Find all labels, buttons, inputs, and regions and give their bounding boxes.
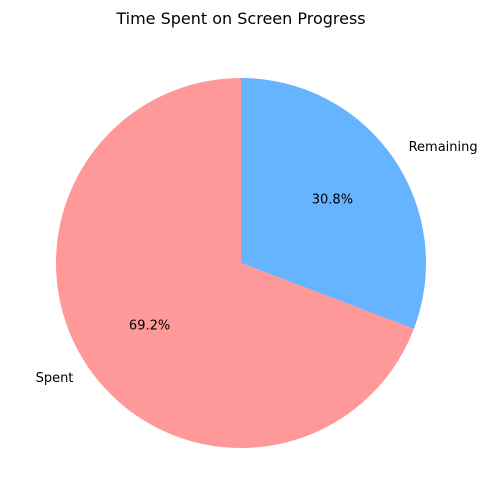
chart-title: Time Spent on Screen Progress — [115, 9, 365, 28]
pie-chart: Time Spent on Screen Progress Remaining 3… — [0, 0, 492, 504]
slice-label-remaining: Remaining — [409, 140, 478, 155]
slice-percent-remaining: 30.8% — [312, 193, 353, 208]
pie-chart-svg: Time Spent on Screen Progress Remaining 3… — [36, 9, 478, 448]
slice-label-spent: Spent — [36, 371, 74, 386]
slices-layer — [55, 78, 426, 448]
slice-percent-spent: 69.2% — [129, 318, 170, 333]
